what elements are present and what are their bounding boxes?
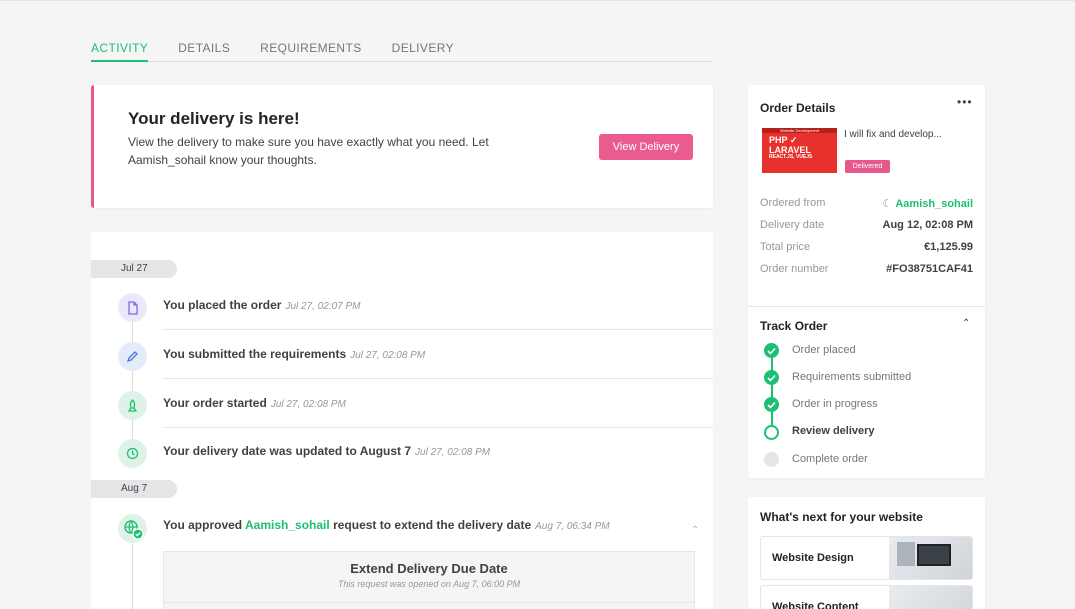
event-submitted-requirements: You submitted the requirements Jul 27, 02… bbox=[163, 347, 425, 361]
event-time: Jul 27, 02:08 PM bbox=[270, 399, 346, 410]
track-progress-line bbox=[771, 350, 773, 432]
date-pill-aug7: Aug 7 bbox=[91, 480, 177, 498]
event-text: You approved bbox=[163, 518, 243, 532]
card-image bbox=[889, 537, 972, 579]
timeline-line bbox=[132, 544, 133, 609]
pending-step-icon bbox=[764, 452, 779, 467]
moon-icon: ☾ bbox=[882, 198, 893, 210]
gig-thumbnail[interactable]: Website Development PHP ✓ LARAVEL REACT.J… bbox=[762, 128, 837, 173]
delivery-banner: Your delivery is here! View the delivery… bbox=[91, 85, 713, 208]
divider bbox=[164, 602, 694, 603]
delivery-date-value: Aug 12, 02:08 PM bbox=[882, 219, 973, 231]
event-text: Your delivery date was updated to August… bbox=[163, 444, 412, 458]
tab-details[interactable]: DETAILS bbox=[178, 40, 230, 62]
track-step-label: Order placed bbox=[792, 344, 856, 356]
panel-divider bbox=[748, 306, 985, 307]
gig-title-link[interactable]: I will fix and develop... bbox=[844, 129, 942, 140]
extend-request-title: Extend Delivery Due Date bbox=[350, 561, 508, 576]
current-step-icon bbox=[764, 425, 779, 440]
order-details-title: Order Details bbox=[760, 101, 836, 115]
chevron-up-icon[interactable]: ⌃ bbox=[691, 525, 699, 536]
tab-requirements[interactable]: REQUIREMENTS bbox=[260, 40, 361, 62]
pencil-icon bbox=[118, 342, 147, 371]
activity-feed: Jul 27 You placed the order Jul 27, 02:07… bbox=[91, 232, 713, 609]
check-icon bbox=[764, 343, 779, 358]
event-time: Jul 27, 02:08 PM bbox=[350, 350, 426, 361]
thumb-line: PHP bbox=[769, 135, 788, 145]
track-step-label: Requirements submitted bbox=[792, 371, 912, 383]
whats-next-panel: What's next for your website Website Des… bbox=[748, 497, 985, 609]
order-number-value: #FO38751CAF41 bbox=[886, 263, 973, 275]
card-label: Website Content bbox=[772, 601, 859, 609]
globe-check-icon bbox=[118, 514, 147, 543]
card-label: Website Design bbox=[772, 552, 854, 564]
file-icon bbox=[118, 293, 147, 322]
event-text: request to extend the delivery date bbox=[333, 518, 532, 532]
tab-activity[interactable]: ACTIVITY bbox=[91, 40, 149, 62]
order-details-panel: Order Details ••• Website Development PH… bbox=[748, 85, 985, 478]
more-options-icon[interactable]: ••• bbox=[957, 95, 973, 109]
seller-username[interactable]: Aamish_sohail bbox=[895, 198, 973, 210]
card-image-shape bbox=[917, 544, 951, 566]
event-text: Your order started bbox=[163, 396, 267, 410]
thumb-text: PHP ✓ LARAVEL bbox=[769, 135, 811, 155]
event-delivery-date-updated: Your delivery date was updated to August… bbox=[163, 444, 490, 458]
event-approved-extension: You approved Aamish_sohail request to ex… bbox=[163, 518, 610, 532]
track-step-label: Order in progress bbox=[792, 398, 878, 410]
thumb-caption: Website Development bbox=[762, 128, 837, 133]
banner-text: View the delivery to make sure you have … bbox=[128, 135, 489, 167]
event-placed-order: You placed the order Jul 27, 02:07 PM bbox=[163, 298, 361, 312]
website-content-card[interactable]: Website Content bbox=[760, 585, 973, 609]
rocket-icon bbox=[118, 391, 147, 420]
check-icon bbox=[764, 397, 779, 412]
track-step-label: Complete order bbox=[792, 453, 868, 465]
event-text: You placed the order bbox=[163, 298, 282, 312]
delivery-date-label: Delivery date bbox=[760, 219, 825, 231]
top-divider bbox=[0, 0, 1075, 1]
status-badge: Delivered bbox=[845, 160, 890, 173]
total-price-value: €1,125.99 bbox=[924, 241, 973, 253]
total-price-label: Total price bbox=[760, 241, 811, 253]
event-time: Jul 27, 02:08 PM bbox=[415, 447, 491, 458]
chevron-up-icon[interactable]: ⌃ bbox=[962, 318, 970, 329]
track-step-label: Review delivery bbox=[792, 425, 875, 437]
event-divider bbox=[163, 329, 713, 330]
website-design-card[interactable]: Website Design bbox=[760, 536, 973, 580]
tab-delivery[interactable]: DELIVERY bbox=[392, 40, 454, 62]
card-image bbox=[889, 586, 972, 609]
event-divider bbox=[163, 378, 713, 379]
date-pill-jul27: Jul 27 bbox=[91, 260, 177, 278]
extend-request-subtitle: This request was opened on Aug 7, 06:00 … bbox=[337, 579, 521, 589]
event-time: Jul 27, 02:07 PM bbox=[285, 301, 361, 312]
extend-request-box: Extend Delivery Due Date This request wa… bbox=[163, 551, 695, 609]
check-icon bbox=[764, 370, 779, 385]
ordered-from-label: Ordered from bbox=[760, 197, 826, 209]
event-text: You submitted the requirements bbox=[163, 347, 347, 361]
seller-username-link[interactable]: Aamish_sohail bbox=[245, 518, 330, 532]
banner-title: Your delivery is here! bbox=[128, 109, 300, 128]
order-tabs: ACTIVITY DETAILS REQUIREMENTS DELIVERY bbox=[91, 40, 713, 62]
event-time: Aug 7, 06:34 PM bbox=[535, 521, 610, 532]
event-order-started: Your order started Jul 27, 02:08 PM bbox=[163, 396, 346, 410]
event-divider bbox=[163, 427, 713, 428]
view-delivery-button[interactable]: View Delivery bbox=[599, 134, 693, 160]
thumb-line: REACT.JS, VUEJS bbox=[769, 154, 813, 160]
whats-next-title: What's next for your website bbox=[760, 510, 923, 524]
order-number-label: Order number bbox=[760, 263, 829, 275]
card-image-shape bbox=[897, 542, 915, 566]
clock-icon bbox=[118, 439, 147, 468]
track-order-title: Track Order bbox=[760, 319, 828, 333]
ordered-from-value[interactable]: ☾ Aamish_sohail bbox=[882, 197, 973, 210]
